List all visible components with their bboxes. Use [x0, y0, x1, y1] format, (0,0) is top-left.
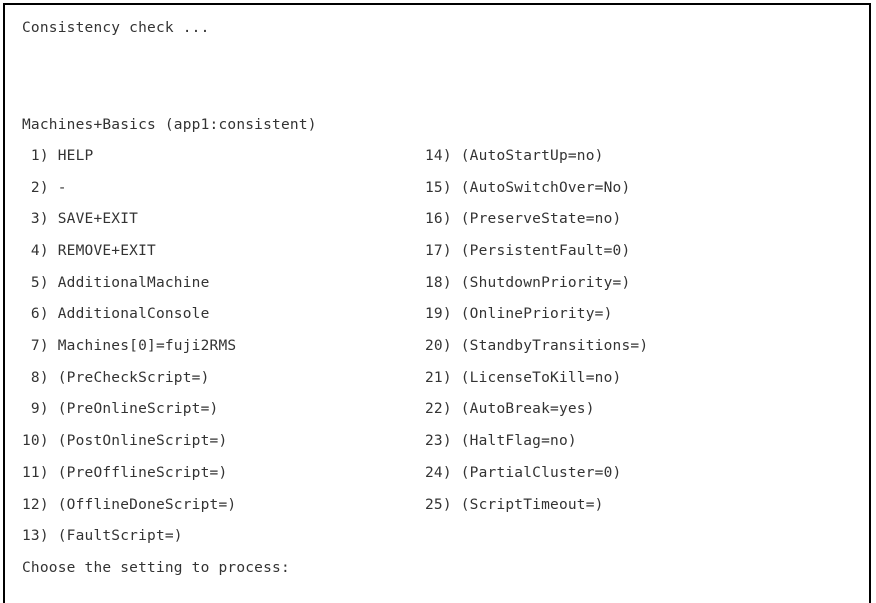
menu-item-persistentfault[interactable]: 17) (PersistentFault=0): [425, 242, 630, 260]
menu-item-precheck-script[interactable]: 8) (PreCheckScript=): [22, 369, 210, 387]
menu-item-remove-exit[interactable]: 4) REMOVE+EXIT: [22, 242, 156, 260]
menu-item-machines-0[interactable]: 7) Machines[0]=fuji2RMS: [22, 337, 236, 355]
menu-item-fault-script[interactable]: 13) (FaultScript=): [22, 527, 183, 545]
menu-item-additional-console[interactable]: 6) AdditionalConsole: [22, 305, 210, 323]
menu-item-standbytransitions[interactable]: 20) (StandbyTransitions=): [425, 337, 648, 355]
menu-item-help[interactable]: 1) HELP: [22, 147, 93, 165]
menu-item-additional-machine[interactable]: 5) AdditionalMachine: [22, 274, 210, 292]
menu-item-partialcluster[interactable]: 24) (PartialCluster=0): [425, 464, 621, 482]
menu-item-autobreak[interactable]: 22) (AutoBreak=yes): [425, 400, 595, 418]
command-prompt[interactable]: Choose the setting to process:: [22, 559, 290, 577]
menu-item-postonline-script[interactable]: 10) (PostOnlineScript=): [22, 432, 227, 450]
menu-item-separator: 2) -: [22, 180, 67, 196]
menu-item-preonline-script[interactable]: 9) (PreOnlineScript=): [22, 400, 218, 418]
menu-item-onlinepriority[interactable]: 19) (OnlinePriority=): [425, 305, 613, 323]
menu-item-preservestate[interactable]: 16) (PreserveState=no): [425, 210, 621, 228]
status-text: Consistency check ...: [22, 20, 210, 36]
menu-item-haltflag[interactable]: 23) (HaltFlag=no): [425, 432, 577, 450]
menu-item-shutdownpriority[interactable]: 18) (ShutdownPriority=): [425, 274, 630, 292]
menu-item-save-exit[interactable]: 3) SAVE+EXIT: [22, 210, 138, 228]
menu-item-scripttimeout[interactable]: 25) (ScriptTimeout=): [425, 496, 604, 514]
menu-title: Machines+Basics (app1:consistent): [22, 117, 317, 133]
menu-item-autoswitchover[interactable]: 15) (AutoSwitchOver=No): [425, 179, 630, 197]
menu-item-autostartup[interactable]: 14) (AutoStartUp=no): [425, 147, 604, 165]
terminal-window[interactable]: Consistency check ... Machines+Basics (a…: [3, 3, 871, 603]
menu-item-preoffline-script[interactable]: 11) (PreOfflineScript=): [22, 464, 227, 482]
menu-item-offlinedone-script[interactable]: 12) (OfflineDoneScript=): [22, 496, 236, 514]
menu-item-licensetokill[interactable]: 21) (LicenseToKill=no): [425, 369, 621, 387]
